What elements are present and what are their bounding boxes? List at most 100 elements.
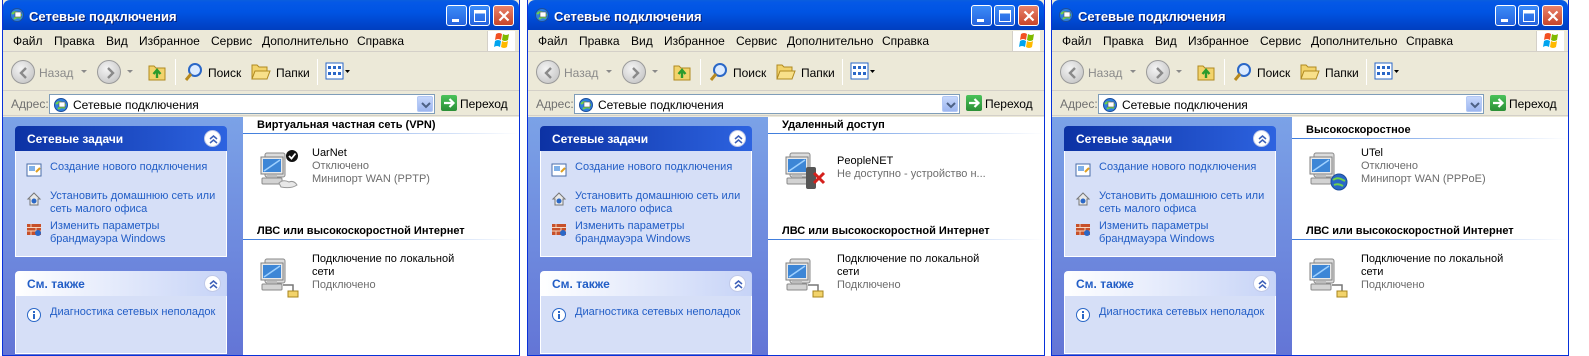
back-dropdown-icon[interactable]: [81, 70, 87, 73]
task-link-label[interactable]: Создание нового подключения: [1099, 161, 1275, 174]
back-button-label[interactable]: Назад: [564, 66, 598, 80]
address-value[interactable]: Сетевые подключения: [73, 98, 199, 112]
search-button-label[interactable]: Поиск: [208, 66, 241, 80]
back-dropdown-icon[interactable]: [606, 70, 612, 73]
network-tasks-header[interactable]: Сетевые задачи: [1064, 126, 1276, 151]
menu-item[interactable]: Сервис: [211, 34, 252, 48]
close-button[interactable]: [1542, 5, 1563, 26]
task-link-label[interactable]: Создание нового подключения: [575, 161, 751, 174]
see-also-header[interactable]: См. также: [15, 271, 227, 296]
menu-item[interactable]: Файл: [13, 34, 43, 48]
back-button-label[interactable]: Назад: [1088, 66, 1122, 80]
address-value[interactable]: Сетевые подключения: [1122, 98, 1248, 112]
up-folder-icon[interactable]: [1195, 61, 1217, 83]
task-link-label[interactable]: Создание нового подключения: [50, 161, 226, 174]
chevron-up-icon[interactable]: [1253, 130, 1270, 147]
see-also-header[interactable]: См. также: [1064, 271, 1276, 296]
menu-item[interactable]: Сервис: [736, 34, 777, 48]
go-button-label[interactable]: Переход: [1509, 97, 1557, 111]
chevron-up-icon[interactable]: [729, 130, 746, 147]
menu-item[interactable]: Избранное: [1188, 34, 1249, 48]
go-arrow-icon[interactable]: [966, 95, 982, 111]
chevron-down-icon[interactable]: [1466, 96, 1482, 112]
menu-item[interactable]: Вид: [106, 34, 128, 48]
title-bar[interactable]: Сетевые подключения: [1052, 0, 1568, 30]
up-folder-icon[interactable]: [146, 61, 168, 83]
minimize-button[interactable]: [1495, 5, 1516, 26]
task-link-label[interactable]: Изменить параметры брандмауэра Windows: [575, 220, 751, 246]
task-link-label[interactable]: Диагностика сетевых неполадок: [1099, 306, 1275, 319]
task-link-label[interactable]: Изменить параметры брандмауэра Windows: [1099, 220, 1275, 246]
search-button-label[interactable]: Поиск: [733, 66, 766, 80]
forward-dropdown-icon[interactable]: [1176, 70, 1182, 73]
menu-item[interactable]: Избранное: [664, 34, 725, 48]
go-button-label[interactable]: Переход: [460, 97, 508, 111]
folders-button-label[interactable]: Папки: [801, 66, 835, 80]
search-icon[interactable]: [1232, 61, 1254, 83]
task-link-label[interactable]: Диагностика сетевых неполадок: [575, 306, 751, 319]
folders-icon[interactable]: [1299, 61, 1321, 83]
connection-item[interactable]: Подключение по локальной сети Подключено: [784, 253, 1034, 301]
address-value[interactable]: Сетевые подключения: [598, 98, 724, 112]
maximize-button[interactable]: [994, 5, 1015, 26]
back-button-label[interactable]: Назад: [39, 66, 73, 80]
chevron-up-icon[interactable]: [204, 275, 221, 292]
menu-item[interactable]: Правка: [1103, 34, 1144, 48]
go-button-label[interactable]: Переход: [985, 97, 1033, 111]
back-icon[interactable]: [1060, 60, 1084, 84]
maximize-button[interactable]: [469, 5, 490, 26]
menu-item[interactable]: Дополнительно: [262, 34, 348, 48]
connection-item[interactable]: Подключение по локальной сети Подключено: [1308, 253, 1558, 301]
go-arrow-icon[interactable]: [441, 95, 457, 111]
menu-item[interactable]: Правка: [579, 34, 620, 48]
chevron-up-icon[interactable]: [204, 130, 221, 147]
title-bar[interactable]: Сетевые подключения: [528, 0, 1044, 30]
menu-item[interactable]: Избранное: [139, 34, 200, 48]
address-input[interactable]: Сетевые подключения: [574, 94, 960, 114]
close-button[interactable]: [1018, 5, 1039, 26]
task-link-label[interactable]: Установить домашнюю сеть или сеть малого…: [50, 190, 226, 216]
title-bar[interactable]: Сетевые подключения: [3, 0, 519, 30]
folders-button-label[interactable]: Папки: [276, 66, 310, 80]
folders-icon[interactable]: [250, 61, 272, 83]
forward-icon[interactable]: [622, 60, 646, 84]
menu-item[interactable]: Сервис: [1260, 34, 1301, 48]
menu-item[interactable]: Файл: [538, 34, 568, 48]
task-link-label[interactable]: Установить домашнюю сеть или сеть малого…: [575, 190, 751, 216]
menu-item[interactable]: Файл: [1062, 34, 1092, 48]
back-dropdown-icon[interactable]: [1130, 70, 1136, 73]
back-icon[interactable]: [536, 60, 560, 84]
search-icon[interactable]: [708, 61, 730, 83]
see-also-header[interactable]: См. также: [540, 271, 752, 296]
menu-item[interactable]: Дополнительно: [787, 34, 873, 48]
forward-dropdown-icon[interactable]: [652, 70, 658, 73]
forward-icon[interactable]: [1146, 60, 1170, 84]
connection-item[interactable]: UarNet Отключено Минипорт WAN (PPTP): [259, 147, 509, 195]
minimize-button[interactable]: [446, 5, 467, 26]
search-button-label[interactable]: Поиск: [1257, 66, 1290, 80]
minimize-button[interactable]: [971, 5, 992, 26]
chevron-down-icon[interactable]: [942, 96, 958, 112]
go-arrow-icon[interactable]: [1490, 95, 1506, 111]
forward-icon[interactable]: [97, 60, 121, 84]
folders-icon[interactable]: [775, 61, 797, 83]
chevron-up-icon[interactable]: [729, 275, 746, 292]
network-tasks-header[interactable]: Сетевые задачи: [15, 126, 227, 151]
task-link-label[interactable]: Диагностика сетевых неполадок: [50, 306, 226, 319]
address-input[interactable]: Сетевые подключения: [1098, 94, 1484, 114]
menu-item[interactable]: Вид: [1155, 34, 1177, 48]
chevron-down-icon[interactable]: [417, 96, 433, 112]
views-icon[interactable]: [850, 61, 878, 83]
task-link-label[interactable]: Установить домашнюю сеть или сеть малого…: [1099, 190, 1275, 216]
task-link-label[interactable]: Изменить параметры брандмауэра Windows: [50, 220, 226, 246]
menu-item[interactable]: Справка: [882, 34, 929, 48]
menu-item[interactable]: Вид: [631, 34, 653, 48]
connection-item[interactable]: Подключение по локальной сети Подключено: [259, 253, 509, 301]
menu-item[interactable]: Правка: [54, 34, 95, 48]
menu-item[interactable]: Справка: [1406, 34, 1453, 48]
menu-item[interactable]: Дополнительно: [1311, 34, 1397, 48]
back-icon[interactable]: [11, 60, 35, 84]
folders-button-label[interactable]: Папки: [1325, 66, 1359, 80]
forward-dropdown-icon[interactable]: [127, 70, 133, 73]
views-icon[interactable]: [325, 61, 353, 83]
